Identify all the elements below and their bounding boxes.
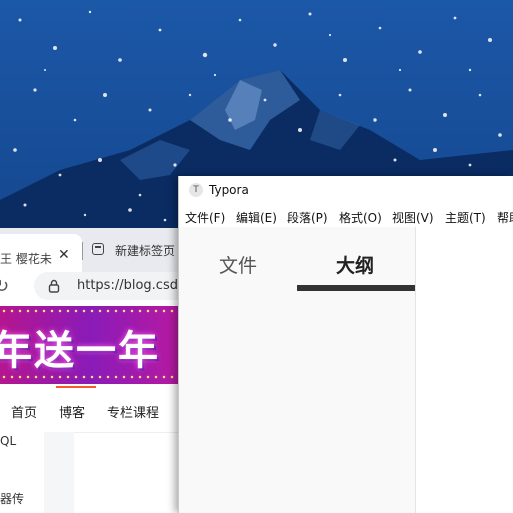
tab-separator — [82, 242, 83, 260]
title-bar[interactable]: T Typora — [179, 176, 513, 205]
active-tab-indicator — [297, 285, 415, 291]
nav-active-indicator — [56, 386, 96, 388]
banner-text: 年送一年 — [0, 328, 160, 374]
browser-tab-active[interactable]: 王 樱花未 ✕ — [0, 234, 82, 272]
lock-icon — [48, 279, 60, 293]
browser-tab-new-tab-title[interactable]: 新建标签页 — [115, 242, 175, 259]
browser-tab-title: 王 樱花未 — [0, 252, 52, 266]
sidebar-tab-outline[interactable]: 大纲 — [336, 251, 374, 278]
browser-window: 王 樱花未 ✕ 新建标签页 ↻ https://blog.csdn 年送一年 首… — [0, 228, 200, 513]
promo-banner[interactable]: 年送一年 — [0, 306, 200, 384]
nav-item-blog[interactable]: 博客 — [59, 402, 85, 421]
sidebar — [179, 227, 416, 513]
page-gutter — [44, 432, 74, 513]
banner-light-dots — [0, 309, 200, 313]
window-title: Typora — [209, 183, 249, 197]
reload-icon[interactable]: ↻ — [0, 276, 9, 297]
menu-paragraph[interactable]: 段落(P) — [287, 209, 328, 226]
menu-edit[interactable]: 编辑(E) — [236, 209, 277, 226]
typora-window: T Typora 文件(F) 编辑(E) 段落(P) 格式(O) 视图(V) 主… — [178, 176, 513, 513]
close-icon[interactable]: ✕ — [58, 247, 70, 263]
menu-theme[interactable]: 主题(T) — [445, 209, 486, 226]
page-side-snippet[interactable]: QL — [0, 434, 16, 448]
menu-view[interactable]: 视图(V) — [392, 209, 434, 226]
typora-app-icon: T — [189, 183, 203, 197]
menu-format[interactable]: 格式(O) — [339, 209, 382, 226]
address-bar-url[interactable]: https://blog.csdn — [77, 278, 186, 293]
nav-item-courses[interactable]: 专栏课程 — [107, 402, 159, 421]
new-tab-icon — [92, 243, 104, 255]
editor-area[interactable] — [416, 227, 513, 513]
menu-file[interactable]: 文件(F) — [185, 209, 225, 226]
page-side-snippet[interactable]: 器传 — [0, 490, 24, 507]
menu-help[interactable]: 帮助 — [497, 209, 513, 226]
nav-item-home[interactable]: 首页 — [11, 402, 37, 421]
sidebar-tab-files[interactable]: 文件 — [219, 251, 257, 278]
